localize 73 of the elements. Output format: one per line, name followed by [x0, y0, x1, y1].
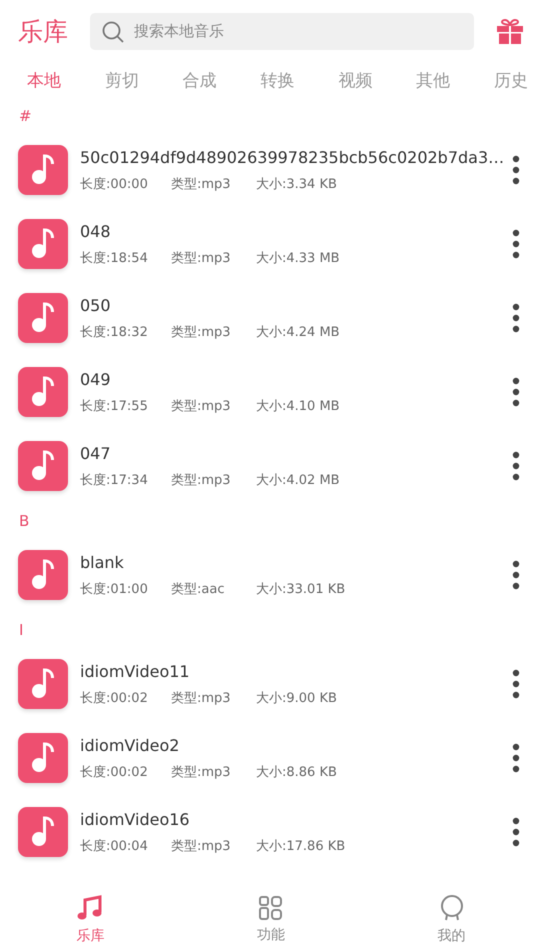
song-size: 大小:33.01 KB: [256, 580, 346, 598]
song-title[interactable]: idiomVideo11: [80, 662, 512, 680]
song-title[interactable]: idiomVideo16: [80, 810, 512, 828]
song-type: 类型:mp3: [171, 764, 232, 780]
song-title[interactable]: 50c01294df9d48902639978235bcb56c0202b7da3…: [80, 148, 512, 166]
song-size: 大小:4.33 MB: [256, 250, 340, 266]
tab[interactable]: 其他: [416, 68, 450, 92]
gift-icon[interactable]: [496, 17, 524, 45]
more-icon[interactable]: [512, 669, 520, 699]
music-note-icon: [18, 441, 68, 491]
grid-icon: [258, 896, 283, 920]
song-title[interactable]: 049: [80, 370, 512, 388]
tab[interactable]: 历史: [494, 68, 528, 92]
tab[interactable]: 剪切: [104, 68, 139, 92]
song-type: 类型:mp3: [171, 176, 232, 192]
song-type: 类型:mp3: [171, 472, 232, 488]
tab[interactable]: 本地: [27, 68, 61, 92]
song-length: 长度:00:02: [80, 764, 149, 780]
song-type: 类型:aac: [171, 580, 226, 598]
tab[interactable]: 合成: [182, 68, 217, 92]
more-icon[interactable]: [512, 377, 520, 407]
search-field[interactable]: 搜索本地音乐: [90, 12, 474, 50]
song-length: 长度:18:32: [80, 324, 149, 340]
tab[interactable]: 转换: [260, 68, 294, 92]
music-note-icon: [18, 733, 68, 783]
more-icon[interactable]: [512, 155, 520, 185]
song-type: 类型:mp3: [171, 250, 232, 266]
more-icon[interactable]: [512, 303, 520, 333]
song-type: 类型:mp3: [171, 838, 232, 854]
song-title[interactable]: idiomVideo2: [80, 736, 512, 754]
song-title[interactable]: 050: [80, 296, 512, 314]
song-size: 大小:4.02 MB: [256, 472, 340, 488]
song-length: 长度:18:54: [80, 250, 149, 266]
nav-tab[interactable]: 功能: [220, 896, 321, 944]
song-size: 大小:9.00 KB: [256, 690, 337, 706]
song-length: 长度:01:00: [80, 580, 149, 598]
app-title: 乐库: [18, 16, 68, 48]
music-note-icon: [18, 550, 68, 600]
song-size: 大小:8.86 KB: [256, 764, 337, 780]
tab[interactable]: 视频: [338, 68, 372, 92]
song-length: 长度:17:34: [80, 472, 149, 488]
section-letter: #: [19, 106, 32, 124]
profile-icon: [440, 895, 464, 921]
more-icon[interactable]: [512, 817, 520, 847]
song-size: 大小:3.34 KB: [256, 176, 337, 192]
music-note-icon: [18, 659, 68, 709]
music-note-icon: [18, 807, 68, 857]
nav-tab[interactable]: 我的: [402, 895, 502, 945]
song-length: 长度:00:04: [80, 838, 149, 854]
song-type: 类型:mp3: [171, 690, 232, 706]
music-icon: [77, 895, 104, 921]
more-icon[interactable]: [512, 451, 520, 481]
song-size: 大小:17.86 KB: [256, 838, 346, 854]
more-icon[interactable]: [512, 743, 520, 773]
song-length: 长度:17:55: [80, 398, 149, 414]
music-note-icon: [18, 367, 68, 417]
song-type: 类型:mp3: [171, 398, 232, 414]
music-note-icon: [18, 145, 68, 195]
song-length: 长度:00:02: [80, 690, 149, 706]
song-title[interactable]: 047: [80, 444, 512, 462]
more-icon[interactable]: [512, 560, 520, 590]
song-type: 类型:mp3: [171, 324, 232, 340]
music-note-icon: [18, 293, 68, 343]
song-title[interactable]: 048: [80, 222, 512, 240]
section-letter: B: [19, 512, 30, 530]
song-size: 大小:4.10 MB: [256, 398, 340, 414]
more-icon[interactable]: [512, 229, 520, 259]
song-size: 大小:4.24 MB: [256, 324, 340, 340]
song-title[interactable]: blank: [80, 552, 512, 572]
nav-tab[interactable]: 乐库: [40, 895, 140, 945]
song-length: 长度:00:00: [80, 176, 149, 192]
section-letter: I: [19, 620, 24, 638]
music-note-icon: [18, 219, 68, 269]
